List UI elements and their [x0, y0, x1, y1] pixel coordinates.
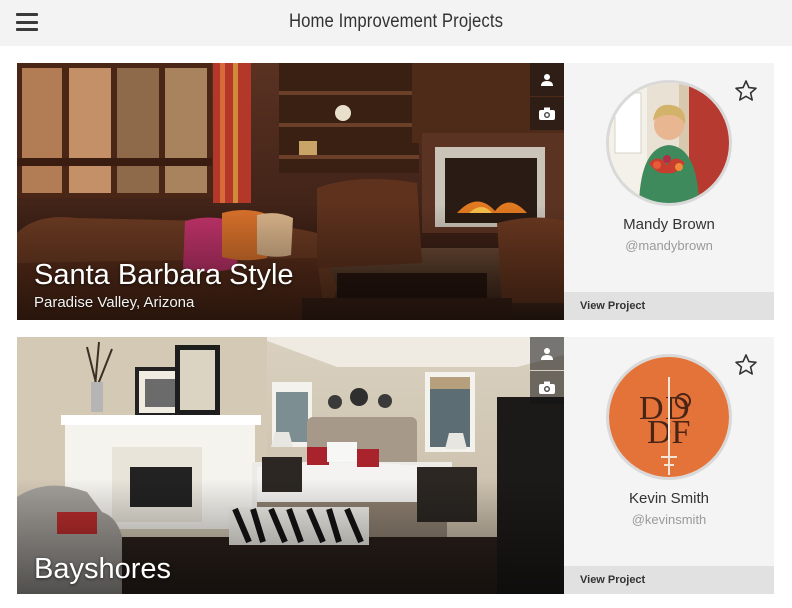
designer-profile-panel: D D DF Kevin Smith @kevinsmith View Proj… — [564, 337, 774, 594]
project-photo[interactable]: Bayshores — [17, 337, 564, 594]
project-title[interactable]: Santa Barbara Style — [34, 259, 294, 292]
person-icon[interactable] — [530, 337, 564, 370]
star-outline-icon[interactable] — [734, 79, 758, 103]
project-location: Paradise Valley, Arizona — [34, 294, 195, 311]
avatar[interactable]: D D DF — [606, 354, 732, 480]
project-photo[interactable]: Santa Barbara Style Paradise Valley, Ari… — [17, 63, 564, 320]
hamburger-menu-icon[interactable] — [16, 13, 38, 31]
person-icon[interactable] — [530, 63, 564, 96]
top-app-bar: Home Improvement Projects — [0, 0, 792, 46]
designer-handle: @kevinsmith — [631, 512, 707, 527]
star-outline-icon[interactable] — [734, 353, 758, 377]
designer-name[interactable]: Mandy Brown — [564, 216, 774, 233]
photo-side-actions — [530, 63, 564, 131]
camera-icon[interactable] — [530, 97, 564, 130]
ddf-logo-avatar: D D DF — [609, 357, 729, 477]
designer-profile-panel: Mandy Brown @mandybrown View Project — [564, 63, 774, 320]
view-project-button[interactable]: View Project — [564, 292, 774, 320]
photo-side-actions — [530, 337, 564, 405]
avatar[interactable] — [606, 80, 732, 206]
designer-name[interactable]: Kevin Smith — [564, 490, 774, 507]
view-project-button[interactable]: View Project — [564, 566, 774, 594]
project-card[interactable]: Santa Barbara Style Paradise Valley, Ari… — [17, 63, 774, 320]
project-card[interactable]: Bayshores D D DF Kevin Smith @kevinsmith… — [17, 337, 774, 594]
project-title[interactable]: Bayshores — [34, 553, 171, 586]
page-title: Home Improvement Projects — [288, 11, 504, 32]
camera-icon[interactable] — [530, 371, 564, 404]
designer-handle: @mandybrown — [625, 238, 713, 253]
